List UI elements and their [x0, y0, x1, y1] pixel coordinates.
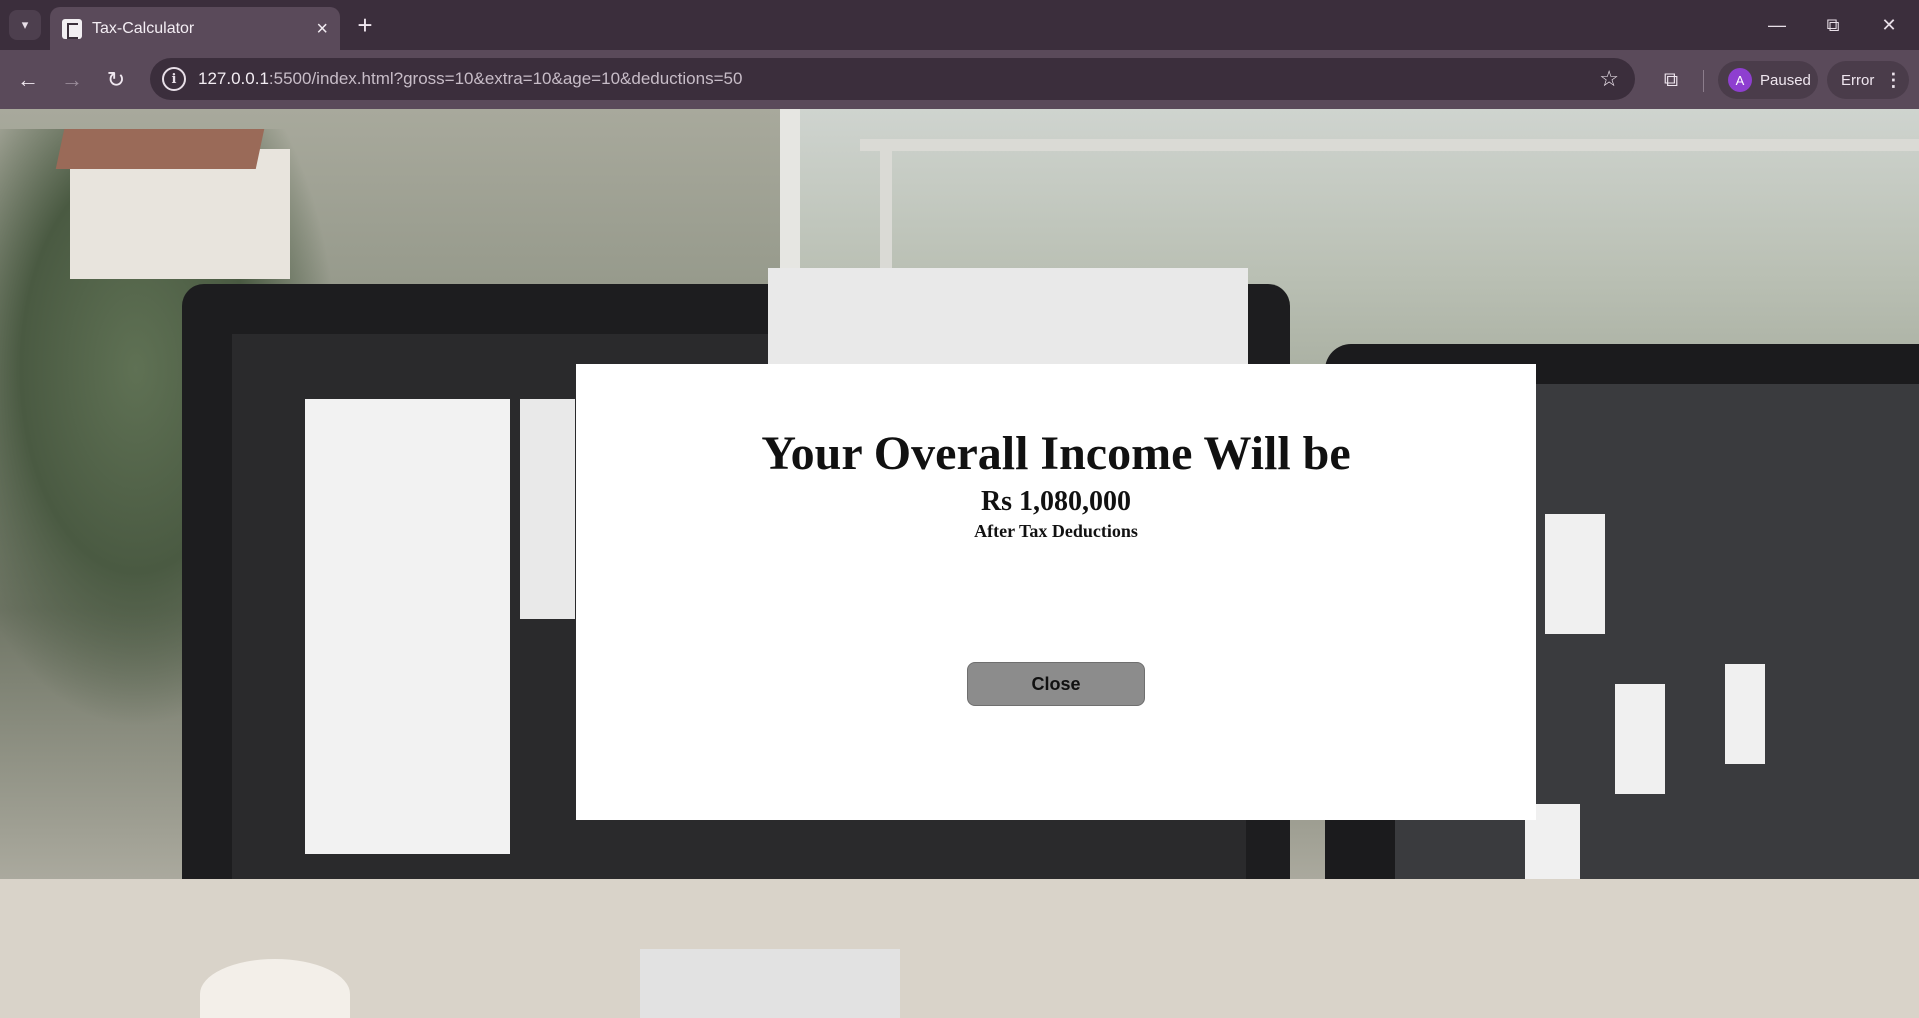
kebab-menu-icon: ⋮	[1884, 69, 1903, 90]
close-button[interactable]: Close	[967, 662, 1145, 706]
error-menu-button[interactable]: Error ⋮	[1827, 61, 1909, 99]
profile-status: Paused	[1760, 71, 1811, 89]
browser-toolbar: ← → ↻ i 127.0.0.1:5500/index.html?gross=…	[0, 50, 1919, 109]
new-tab-plus-icon[interactable]: +	[350, 10, 380, 40]
background-roof	[55, 129, 265, 169]
error-label: Error	[1841, 71, 1875, 89]
reload-icon[interactable]: ↻	[100, 64, 132, 96]
restore-icon[interactable]: ⧉	[1813, 8, 1853, 42]
background-thumbnail	[1545, 514, 1605, 634]
background-window-frame	[860, 139, 1919, 151]
toolbar-divider	[1703, 70, 1704, 92]
profile-button[interactable]: A Paused	[1718, 61, 1818, 99]
extensions-puzzle-icon[interactable]: ⧉	[1655, 64, 1687, 96]
address-bar[interactable]: i 127.0.0.1:5500/index.html?gross=10&ext…	[150, 58, 1635, 100]
tab-tax-calculator[interactable]: Tax-Calculator ×	[50, 7, 340, 50]
avatar: A	[1728, 68, 1752, 92]
background-design-page	[520, 399, 575, 619]
modal-heading: Your Overall Income Will be	[761, 427, 1351, 480]
back-arrow-icon[interactable]: ←	[12, 64, 44, 96]
background-thumbnail	[1725, 664, 1765, 764]
background-thumbnail	[1615, 684, 1665, 794]
tab-strip: ▾ Tax-Calculator × + — ⧉ ✕	[0, 0, 1919, 50]
url-path: :5500/index.html?gross=10&extra=10&age=1…	[268, 69, 743, 88]
background-design-page	[305, 399, 510, 854]
forward-arrow-icon[interactable]: →	[56, 64, 88, 96]
tab-title: Tax-Calculator	[92, 19, 195, 37]
site-info-icon[interactable]: i	[162, 67, 186, 91]
minimize-icon[interactable]: —	[1757, 8, 1797, 42]
modal-subtitle: After Tax Deductions	[974, 521, 1138, 541]
income-amount: Rs 1,080,000	[980, 486, 1132, 517]
url-host: 127.0.0.1	[198, 69, 269, 88]
background-monitor-stand	[640, 949, 900, 1018]
result-modal: Your Overall Income Will be Rs 1,080,000…	[576, 364, 1536, 820]
url-text[interactable]: 127.0.0.1:5500/index.html?gross=10&extra…	[198, 69, 742, 89]
tab-search-chevron-down-icon[interactable]: ▾	[9, 10, 41, 40]
tab-close-icon[interactable]: ×	[316, 19, 328, 39]
window-close-icon[interactable]: ✕	[1869, 8, 1909, 42]
bookmark-star-icon[interactable]: ☆	[1599, 66, 1619, 92]
favicon-icon	[62, 18, 82, 39]
